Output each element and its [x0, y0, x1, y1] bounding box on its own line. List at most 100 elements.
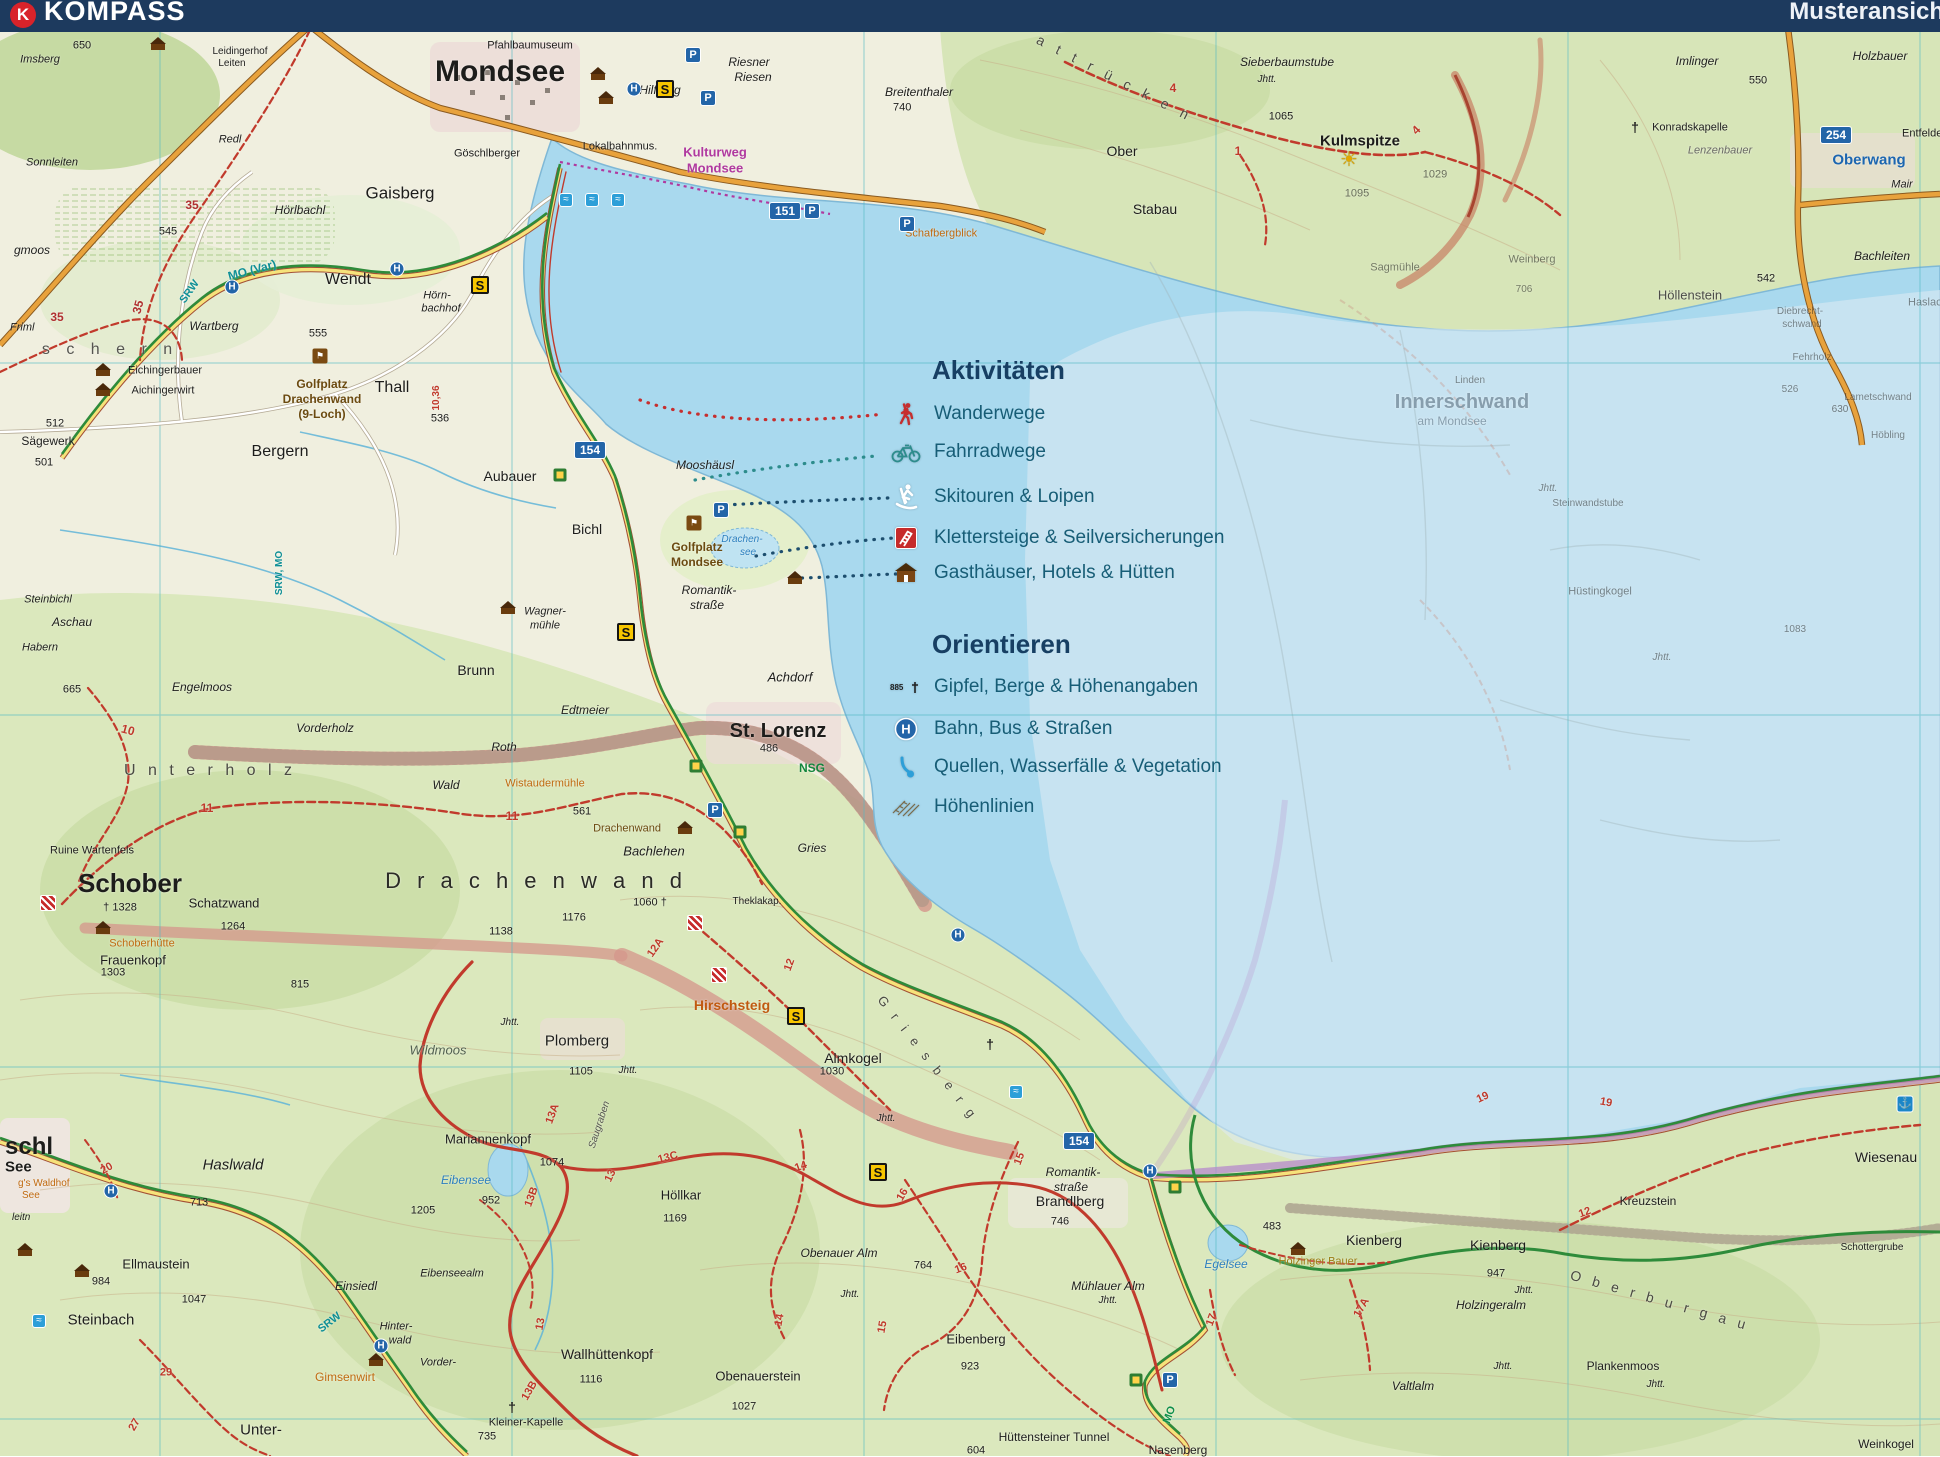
map-label: Romantik-: [682, 584, 737, 596]
map-label: 650: [73, 41, 91, 52]
map-label: Göschlberger: [454, 149, 520, 160]
map-label: Sagmühle: [1370, 263, 1420, 274]
hiker-icon: [878, 401, 934, 427]
kompass-logo-icon[interactable]: K: [10, 2, 36, 28]
via-ferrata-icon: [40, 895, 56, 911]
map-label: Kienberg: [1346, 1233, 1402, 1247]
map-label: Mair: [1891, 180, 1912, 191]
hut-icon: [150, 37, 166, 51]
legend-activities-title: Aktivitäten: [932, 355, 1065, 386]
map-canvas[interactable]: Mondsee Pfahlbaumuseum Göschlberger Lokalba…: [0, 0, 1940, 1456]
water-activity-icon: ≈: [32, 1314, 46, 1328]
map-label: Golfplatz: [671, 541, 722, 553]
hut-icon: [1290, 1242, 1306, 1256]
map-label: Redl: [219, 135, 242, 146]
guidepost-icon: [1169, 1181, 1182, 1194]
chapel-cross-icon: †: [508, 1400, 516, 1414]
map-label: Habern: [22, 643, 58, 654]
map-label: Almkogel: [824, 1051, 882, 1065]
hut-icon: [590, 67, 606, 81]
hut-icon: [598, 91, 614, 105]
legend-item: Klettersteige & Seilversicherungen: [878, 523, 1224, 553]
map-label: Lametschwand: [1844, 393, 1911, 403]
map-label: 706: [1516, 285, 1533, 295]
hut-icon: [677, 821, 693, 835]
brand-title[interactable]: KOMPASS: [44, 0, 186, 27]
map-label: 1176: [562, 913, 586, 924]
road-number-badge: 254: [1820, 126, 1852, 144]
contour-icon: [878, 797, 934, 817]
map-label: Wildmoos: [410, 1044, 467, 1057]
map-label: Frauenkopf: [100, 954, 166, 967]
via-ferrata-icon: [711, 967, 727, 983]
harbor-anchor-icon: ⚓: [1897, 1096, 1914, 1113]
legend-item-label: Fahrradwege: [934, 441, 1046, 463]
road-number-badge: 154: [1063, 1132, 1095, 1150]
map-label: 536: [431, 414, 449, 425]
map-label: Mooshäusl: [676, 459, 734, 471]
map-label: 1060 †: [633, 898, 667, 909]
legend-item-label: Quellen, Wasserfälle & Vegetation: [934, 756, 1222, 778]
map-label: Pfahlbaumuseum: [487, 41, 573, 52]
map-label: Bachlehen: [623, 845, 684, 858]
map-label: See: [5, 1160, 32, 1175]
map-label: 1047: [182, 1295, 206, 1306]
map-label: Jhtt.: [1653, 653, 1672, 663]
map-label: 561: [573, 807, 591, 818]
map-label: Höbling: [1871, 431, 1905, 441]
map-label: 1105: [569, 1067, 593, 1078]
parking-badge: P: [700, 90, 716, 106]
map-label: Roth: [491, 741, 516, 753]
map-label: Stabau: [1133, 202, 1177, 216]
ski-bus-badge: S: [869, 1163, 887, 1181]
map-label: Kienberg: [1470, 1238, 1526, 1252]
map-label: Aubauer: [484, 469, 537, 483]
map-label: Schafbergblick: [905, 229, 977, 240]
map-label: Hüstingkogel: [1568, 587, 1632, 598]
map-label: 550: [1749, 76, 1767, 87]
parking-badge: P: [707, 802, 723, 818]
map-label: Diebrecht-: [1777, 307, 1823, 317]
legend-item-label: Gipfel, Berge & Höhenangaben: [934, 676, 1198, 698]
map-label: leitn: [12, 1213, 30, 1223]
map-label: Obenauer Alm: [801, 1247, 878, 1259]
map-label: Valtlalm: [1392, 1380, 1434, 1392]
map-label: Haslwald: [203, 1158, 264, 1173]
map-label: Schatzwand: [189, 897, 260, 910]
map-label: Innerschwand: [1395, 392, 1529, 412]
via-ferrata-icon: [687, 915, 703, 931]
map-label: Bergern: [252, 444, 309, 460]
map-label: Ellmaustein: [122, 1258, 189, 1271]
legend-item: Skitouren & Loipen: [878, 482, 1095, 512]
map-label: Golfplatz: [296, 378, 347, 390]
map-label: Hinter-: [380, 1322, 413, 1333]
chapel-cross-icon: †: [1631, 120, 1639, 134]
map-label: † 1328: [103, 903, 137, 914]
bus-stop-badge: H: [951, 928, 966, 943]
map-label: 1065: [1269, 112, 1293, 123]
map-label: Höllenstein: [1658, 289, 1722, 302]
map-label: Mühlauer Alm: [1071, 1280, 1145, 1292]
map-label: Kulturweg: [683, 146, 747, 159]
map-label: Lokalbahnmus.: [583, 142, 658, 153]
legend-item-label: Höhenlinien: [934, 796, 1034, 818]
map-label: Vorder-: [420, 1358, 456, 1369]
map-label: g's Waldhof: [18, 1179, 70, 1189]
map-label: Hörlbachl: [275, 204, 326, 216]
ferrata-icon: [878, 527, 934, 549]
map-label: Jhtt.: [841, 1290, 860, 1300]
map-label: Wallhüttenkopf: [561, 1347, 653, 1361]
map-label: Mondsee: [671, 556, 723, 568]
map-label: Plankenmoos: [1587, 1360, 1660, 1372]
map-label: 14: [774, 1313, 787, 1327]
map-label: Sonnleiten: [26, 158, 78, 169]
map-label: Wald: [432, 779, 459, 791]
map-label: Nasenberg: [1149, 1444, 1208, 1456]
map-label: Jhtt.: [1494, 1362, 1513, 1372]
map-label: Imsberg: [20, 55, 60, 66]
map-label: Drachenwand: [283, 393, 362, 405]
map-label: Eibenseealm: [420, 1269, 484, 1280]
parking-badge: P: [899, 216, 915, 232]
map-label: 29: [160, 1368, 172, 1379]
map-label: schwand: [1782, 320, 1821, 330]
